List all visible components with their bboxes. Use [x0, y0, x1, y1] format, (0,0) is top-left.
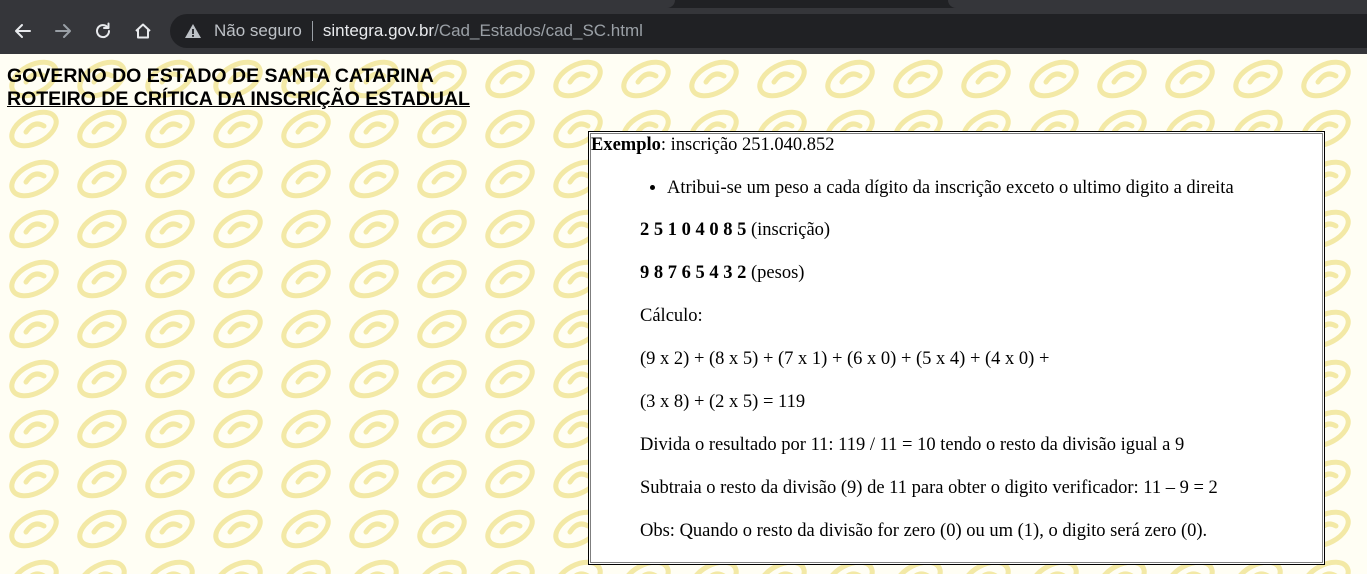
weights-line: 9 8 7 6 5 4 3 2 (pesos)	[640, 263, 804, 284]
subtract-line: Subtraia o resto da divisão (9) de 11 pa…	[640, 478, 1218, 498]
warning-icon[interactable]	[184, 22, 202, 40]
example-intro: : inscrição 251.040.852	[660, 135, 835, 155]
example-heading: Exemplo: inscrição 251.040.852	[591, 135, 835, 156]
forward-button[interactable]	[46, 14, 80, 48]
digits-suffix: (inscrição)	[746, 220, 831, 240]
tab-edge-right	[948, 0, 1367, 8]
page-content: GOVERNO DO ESTADO DE SANTA CATARINA ROTE…	[0, 54, 1367, 574]
tab-strip	[0, 0, 1367, 8]
back-button[interactable]	[6, 14, 40, 48]
home-button[interactable]	[126, 14, 160, 48]
home-icon	[135, 23, 151, 39]
page-header: GOVERNO DO ESTADO DE SANTA CATARINA ROTE…	[7, 65, 470, 111]
example-box: Exemplo: inscrição 251.040.852 Atribui-s…	[588, 131, 1325, 565]
calc-label: Cálculo:	[640, 306, 703, 326]
digits-value: 2 5 1 0 4 0 8 5	[640, 220, 747, 240]
obs-line: Obs: Quando o resto da divisão for zero …	[640, 521, 1208, 541]
security-label[interactable]: Não seguro	[214, 21, 302, 41]
digits-line: 2 5 1 0 4 0 8 5 (inscrição)	[640, 220, 830, 241]
page-title: GOVERNO DO ESTADO DE SANTA CATARINA	[7, 65, 434, 87]
weights-value: 9 8 7 6 5 4 3 2	[640, 263, 747, 283]
divide-line: Divida o resultado por 11: 119 / 11 = 10…	[640, 435, 1185, 455]
example-bullet-list: Atribui-se um peso a cada dígito da insc…	[640, 178, 1234, 199]
url-path[interactable]: /Cad_Estados/cad_SC.html	[434, 21, 643, 41]
calc-line-1: (9 x 2) + (8 x 5) + (7 x 1) + (6 x 0) + …	[640, 349, 1050, 369]
reload-button[interactable]	[86, 14, 120, 48]
calc-line-2: (3 x 8) + (2 x 5) = 119	[640, 392, 806, 412]
weights-suffix: (pesos)	[746, 263, 805, 283]
browser-toolbar: Não seguro sintegra.gov.br/Cad_Estados/c…	[0, 0, 1367, 54]
address-bar[interactable]: Não seguro sintegra.gov.br/Cad_Estados/c…	[170, 14, 1367, 48]
arrow-left-icon	[15, 24, 31, 38]
tab-edge-left	[0, 0, 675, 8]
example-label: Exemplo	[591, 135, 661, 155]
reload-icon	[96, 22, 111, 39]
list-item: Atribui-se um peso a cada dígito da insc…	[667, 178, 1234, 199]
url-host[interactable]: sintegra.gov.br	[323, 21, 434, 41]
arrow-right-icon	[55, 24, 71, 38]
page-subtitle: ROTEIRO DE CRÍTICA DA INSCRIÇÃO ESTADUAL	[7, 88, 470, 110]
separator	[311, 21, 313, 41]
